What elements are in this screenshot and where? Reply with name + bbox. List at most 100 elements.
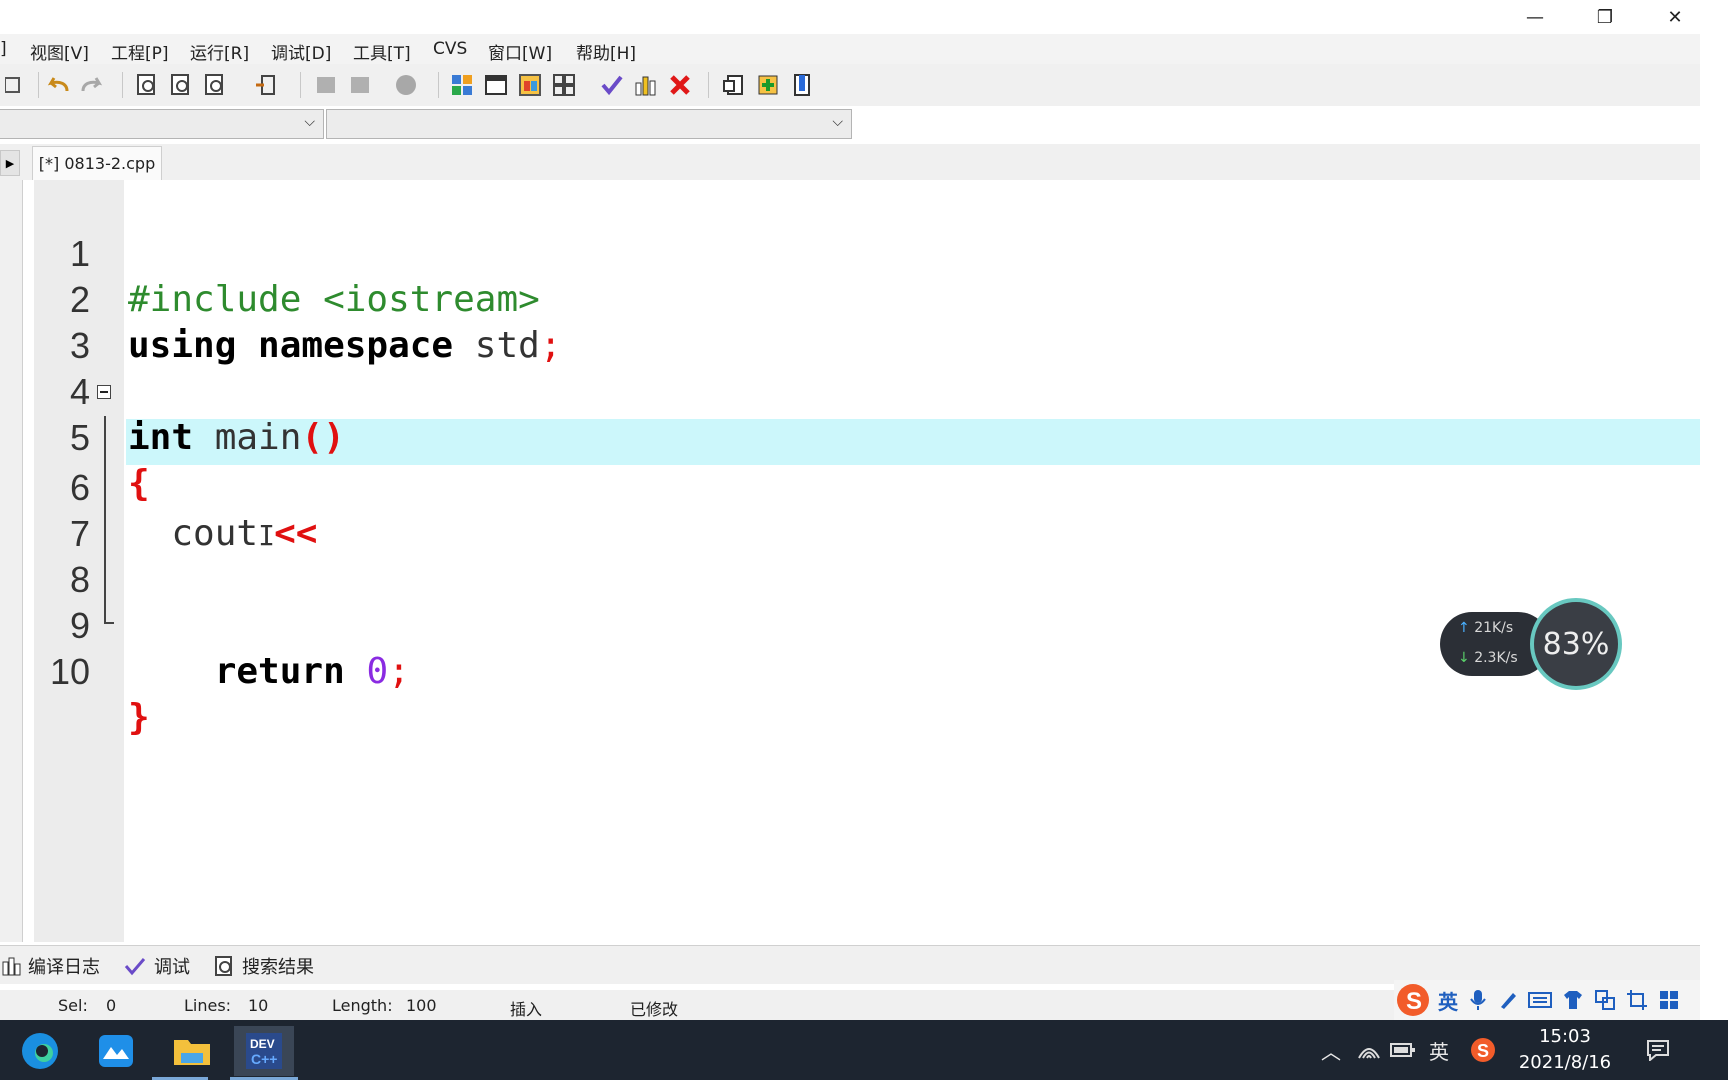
svg-text:C++: C++ xyxy=(251,1051,277,1067)
keyboard-icon[interactable] xyxy=(1528,991,1552,1009)
green-plus-icon xyxy=(758,75,778,95)
code-line: 4 int main() xyxy=(0,323,1700,458)
layout-button[interactable] xyxy=(516,71,544,99)
input-language-button[interactable]: 英 xyxy=(1424,1020,1454,1080)
restore-icon: ❐ xyxy=(1596,6,1614,28)
sogou-tray-button[interactable]: S xyxy=(1466,1020,1500,1080)
crop-icon[interactable] xyxy=(1626,989,1648,1011)
checkmark-icon xyxy=(124,958,146,976)
menu-item-edit-partial[interactable]: ] xyxy=(0,39,7,59)
taskbar: DEV C++ ︿ 英 S 15:03 2021/8/16 xyxy=(0,1020,1728,1080)
profile-button[interactable] xyxy=(632,71,660,99)
class-browser-combo[interactable]: ⌵ xyxy=(0,109,324,139)
tab-compile-log[interactable]: 编译日志 xyxy=(2,952,100,980)
panel-toggle-button[interactable]: ▶ xyxy=(0,150,20,176)
code-line: 7 xyxy=(0,465,1700,554)
upload-value: 21K/s xyxy=(1474,620,1514,636)
battery-button[interactable] xyxy=(1388,1020,1418,1080)
chevron-down-icon: ⌵ xyxy=(304,114,315,130)
menu-item-tools[interactable]: 工具[T] xyxy=(353,39,411,64)
redo-button[interactable] xyxy=(78,71,106,99)
delete-profile-button[interactable] xyxy=(666,71,694,99)
minimize-button[interactable]: — xyxy=(1500,0,1570,34)
wifi-button[interactable] xyxy=(1354,1020,1384,1080)
ime-toolbar: S 英 xyxy=(1394,980,1700,1020)
sogou-logo[interactable]: S xyxy=(1394,981,1432,1019)
bar-chart-icon xyxy=(2,957,21,976)
tile-button[interactable] xyxy=(550,71,578,99)
toolbar-separator xyxy=(38,72,39,98)
tab-0813-2-cpp[interactable]: [*] 0813-2.cpp xyxy=(32,146,162,180)
tab-label: 搜索结果 xyxy=(242,957,314,978)
search-icon xyxy=(215,956,232,976)
add-to-project-button[interactable] xyxy=(720,71,748,99)
lines-value: 10 xyxy=(248,996,269,1015)
code-line: 1 #include <iostream> xyxy=(0,185,1700,320)
toggle-comment-button[interactable] xyxy=(392,71,420,99)
photos-app-button[interactable] xyxy=(86,1026,146,1076)
code-line-current: 6 coutI<< xyxy=(0,419,1700,554)
unindent-button[interactable] xyxy=(346,71,374,99)
comment-icon xyxy=(396,75,416,95)
memory-usage-ring[interactable]: 83% xyxy=(1530,598,1622,690)
download-value: 2.3K/s xyxy=(1474,650,1518,666)
window-button[interactable] xyxy=(482,71,510,99)
chevron-up-icon: ︿ xyxy=(1321,1039,1341,1064)
title-bar: — ❐ ✕ xyxy=(0,0,1728,34)
menu-item-help[interactable]: 帮助[H] xyxy=(576,39,636,64)
ime-language[interactable]: 英 xyxy=(1438,986,1458,1015)
tray-expand-button[interactable]: ︿ xyxy=(1316,1020,1346,1080)
menu-bar: ] 视图[V] 工程[P] 运行[R] 调试[D] 工具[T] CVS 窗口[W… xyxy=(0,34,1700,64)
member-combo[interactable]: ⌵ xyxy=(326,109,852,139)
new-project-button[interactable] xyxy=(448,71,476,99)
menu-item-window[interactable]: 窗口[W] xyxy=(488,39,552,64)
translate-icon[interactable] xyxy=(1594,989,1616,1011)
menu-item-cvs[interactable]: CVS xyxy=(433,39,467,59)
length-label: Length: xyxy=(332,996,393,1015)
replace-button[interactable] xyxy=(168,71,196,99)
print-icon xyxy=(5,77,20,93)
restore-button[interactable]: ❐ xyxy=(1570,0,1640,34)
close-icon: ✕ xyxy=(1667,6,1683,28)
arrow-down-icon: ↓ xyxy=(1458,650,1470,666)
sogou-icon: S xyxy=(1471,1038,1495,1062)
microphone-icon[interactable] xyxy=(1468,989,1488,1011)
menu-item-run[interactable]: 运行[R] xyxy=(190,39,249,64)
tile-icon xyxy=(553,74,575,96)
upload-speed: ↑ 21K/s xyxy=(1458,620,1513,636)
sel-value: 0 xyxy=(106,996,117,1015)
toolbox-grid-icon[interactable] xyxy=(1658,989,1680,1011)
find-button[interactable] xyxy=(134,71,162,99)
indent-button[interactable] xyxy=(312,71,340,99)
menu-item-debug[interactable]: 调试[D] xyxy=(271,39,331,64)
notification-center-button[interactable] xyxy=(1638,1020,1678,1080)
import-button[interactable] xyxy=(754,71,782,99)
bookmark-button[interactable] xyxy=(788,71,816,99)
dev-cpp-button[interactable]: DEV C++ xyxy=(234,1026,294,1076)
file-explorer-button[interactable] xyxy=(162,1026,222,1076)
skin-shirt-icon[interactable] xyxy=(1562,990,1584,1010)
line-number: 10 xyxy=(49,651,90,692)
symbol: } xyxy=(128,697,150,738)
clock[interactable]: 15:03 2021/8/16 xyxy=(1510,1024,1620,1076)
edge-browser-button[interactable] xyxy=(10,1026,70,1076)
usage-percent: 83% xyxy=(1542,626,1610,662)
tab-debug[interactable]: 调试 xyxy=(124,952,190,980)
indent-icon xyxy=(317,77,335,93)
undo-button[interactable] xyxy=(44,71,72,99)
goto-line-button[interactable] xyxy=(252,71,280,99)
tab-search-results[interactable]: 搜索结果 xyxy=(214,952,314,980)
menu-item-view[interactable]: 视图[V] xyxy=(30,39,89,64)
document-icon xyxy=(723,75,743,95)
pen-icon[interactable] xyxy=(1498,990,1518,1010)
menu-item-project[interactable]: 工程[P] xyxy=(111,39,169,64)
redo-icon xyxy=(81,77,103,92)
code-line: 3 xyxy=(0,277,1700,366)
print-button[interactable] xyxy=(0,71,28,99)
code-line: 8 xyxy=(0,511,1700,600)
replace-icon xyxy=(171,74,189,95)
check-syntax-button[interactable] xyxy=(598,71,626,99)
find-in-files-button[interactable] xyxy=(202,71,230,99)
clock-time: 15:03 xyxy=(1539,1026,1591,1047)
close-button[interactable]: ✕ xyxy=(1640,0,1710,34)
